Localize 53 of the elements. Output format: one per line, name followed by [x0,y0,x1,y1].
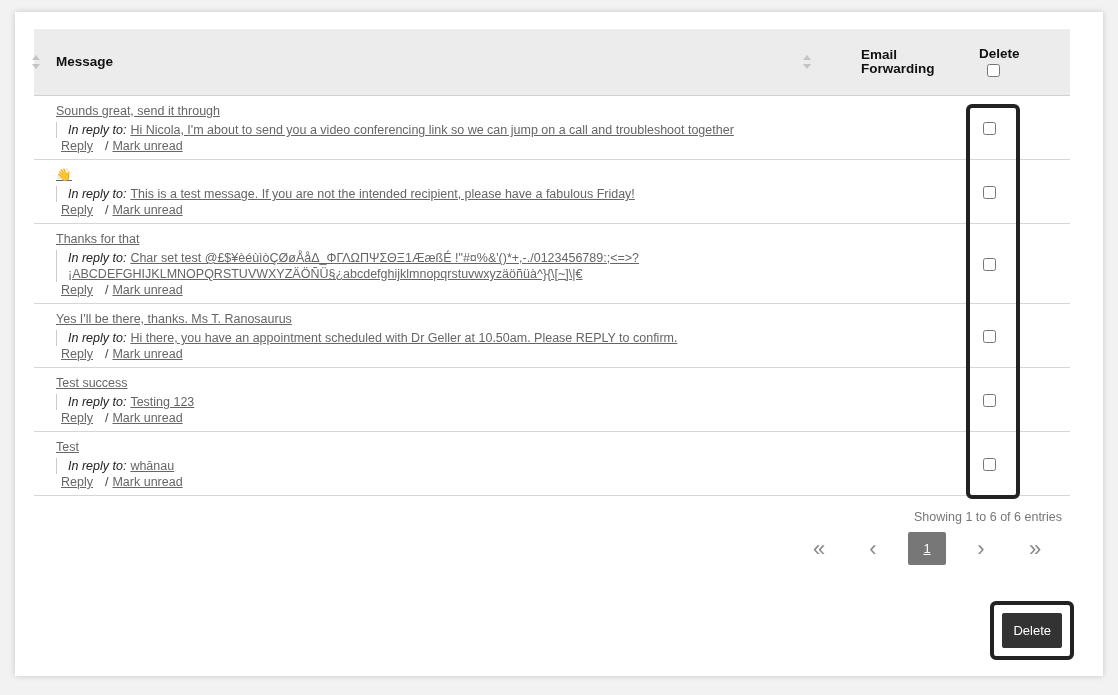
message-link[interactable]: Test success [56,376,128,390]
mark-unread-link[interactable]: Mark unread [112,138,183,154]
reply-label: In reply to: [68,395,127,410]
column-header: Delete [979,47,1020,61]
original-message-link[interactable]: Testing 123 [130,394,195,410]
separator-text: / [104,347,109,361]
page-button[interactable]: 1 [908,532,946,565]
reply-label: In reply to: [68,251,127,266]
mark-unread-link[interactable]: Mark unread [112,282,183,298]
reply-link[interactable]: Reply [61,474,93,490]
delete-checkbox[interactable] [983,258,996,271]
reply-label: In reply to: [68,331,127,346]
message-link[interactable]: Yes I'll be there, thanks. Ms T. Ranosaurus [56,312,292,326]
original-message-link[interactable]: Hi there, you have an appointment scheduled with Dr Geller at 10.50am. Please REPLY to confirm. [130,330,678,346]
delete-checkbox[interactable] [983,330,996,343]
reply-link[interactable]: Reply [61,138,93,154]
entries-info: Showing 1 to 6 of 6 entries [914,510,1062,524]
original-message-link[interactable]: Hi Nicola, I'm about to send you a video conferencing link so we can jump on a call and troubleshoot together [130,122,734,138]
separator-text: / [104,203,109,217]
reply-link[interactable]: Reply [61,410,93,426]
pager-arrow[interactable]: » [1016,532,1054,565]
pager-arrow[interactable]: « [800,532,838,565]
original-message-link[interactable]: whānau [130,458,175,474]
mark-unread-link[interactable]: Mark unread [112,410,183,426]
separator-text: / [104,475,109,489]
mark-unread-link[interactable]: Mark unread [112,202,183,218]
separator-text: / [104,411,109,425]
message-link[interactable]: Thanks for that [56,232,140,246]
separator-text: / [104,283,109,297]
message-link[interactable]: Sounds great, send it through [56,104,220,118]
separator-text: / [104,139,109,153]
delete-checkbox[interactable] [983,186,996,199]
pager-arrow[interactable]: ‹ [854,532,892,565]
delete-button[interactable]: Delete [1002,613,1062,648]
select-all-checkbox[interactable] [987,64,1000,77]
message-link[interactable]: Test [56,440,79,454]
delete-checkbox[interactable] [983,122,996,135]
mark-unread-link[interactable]: Mark unread [112,474,183,490]
reply-link[interactable]: Reply [61,202,93,218]
mark-unread-link[interactable]: Mark unread [112,346,183,362]
reply-link[interactable]: Reply [61,282,93,298]
delete-checkbox[interactable] [983,458,996,471]
reply-label: In reply to: [68,187,127,202]
pager-arrow[interactable]: › [962,532,1000,565]
column-header[interactable]: Message [56,55,114,69]
reply-label: In reply to: [68,459,127,474]
original-message-link[interactable]: This is a test message. If you are not the intended recipient, please have a fabulous Friday! [130,186,635,202]
original-message-link[interactable]: ¡ABCDEFGHIJKLMNOPQRSTUVWXYZÄÖÑÜ§¿abcdefghijklmnopqrstuvwxyzäöñüà^}{\[~]\|€ [68,266,583,282]
reply-label: In reply to: [68,123,127,138]
delete-checkbox[interactable] [983,394,996,407]
reply-link[interactable]: Reply [61,346,93,362]
column-header[interactable]: Email Forwarding [861,48,960,76]
original-message-link[interactable]: Char set test @£$¥èéùìòÇØøÅåΔ_ΦΓΛΩΠΨΣΘΞ1ÆæßÉ !"#¤%&'()*+,-./0123456789:;<=>? [130,250,639,266]
